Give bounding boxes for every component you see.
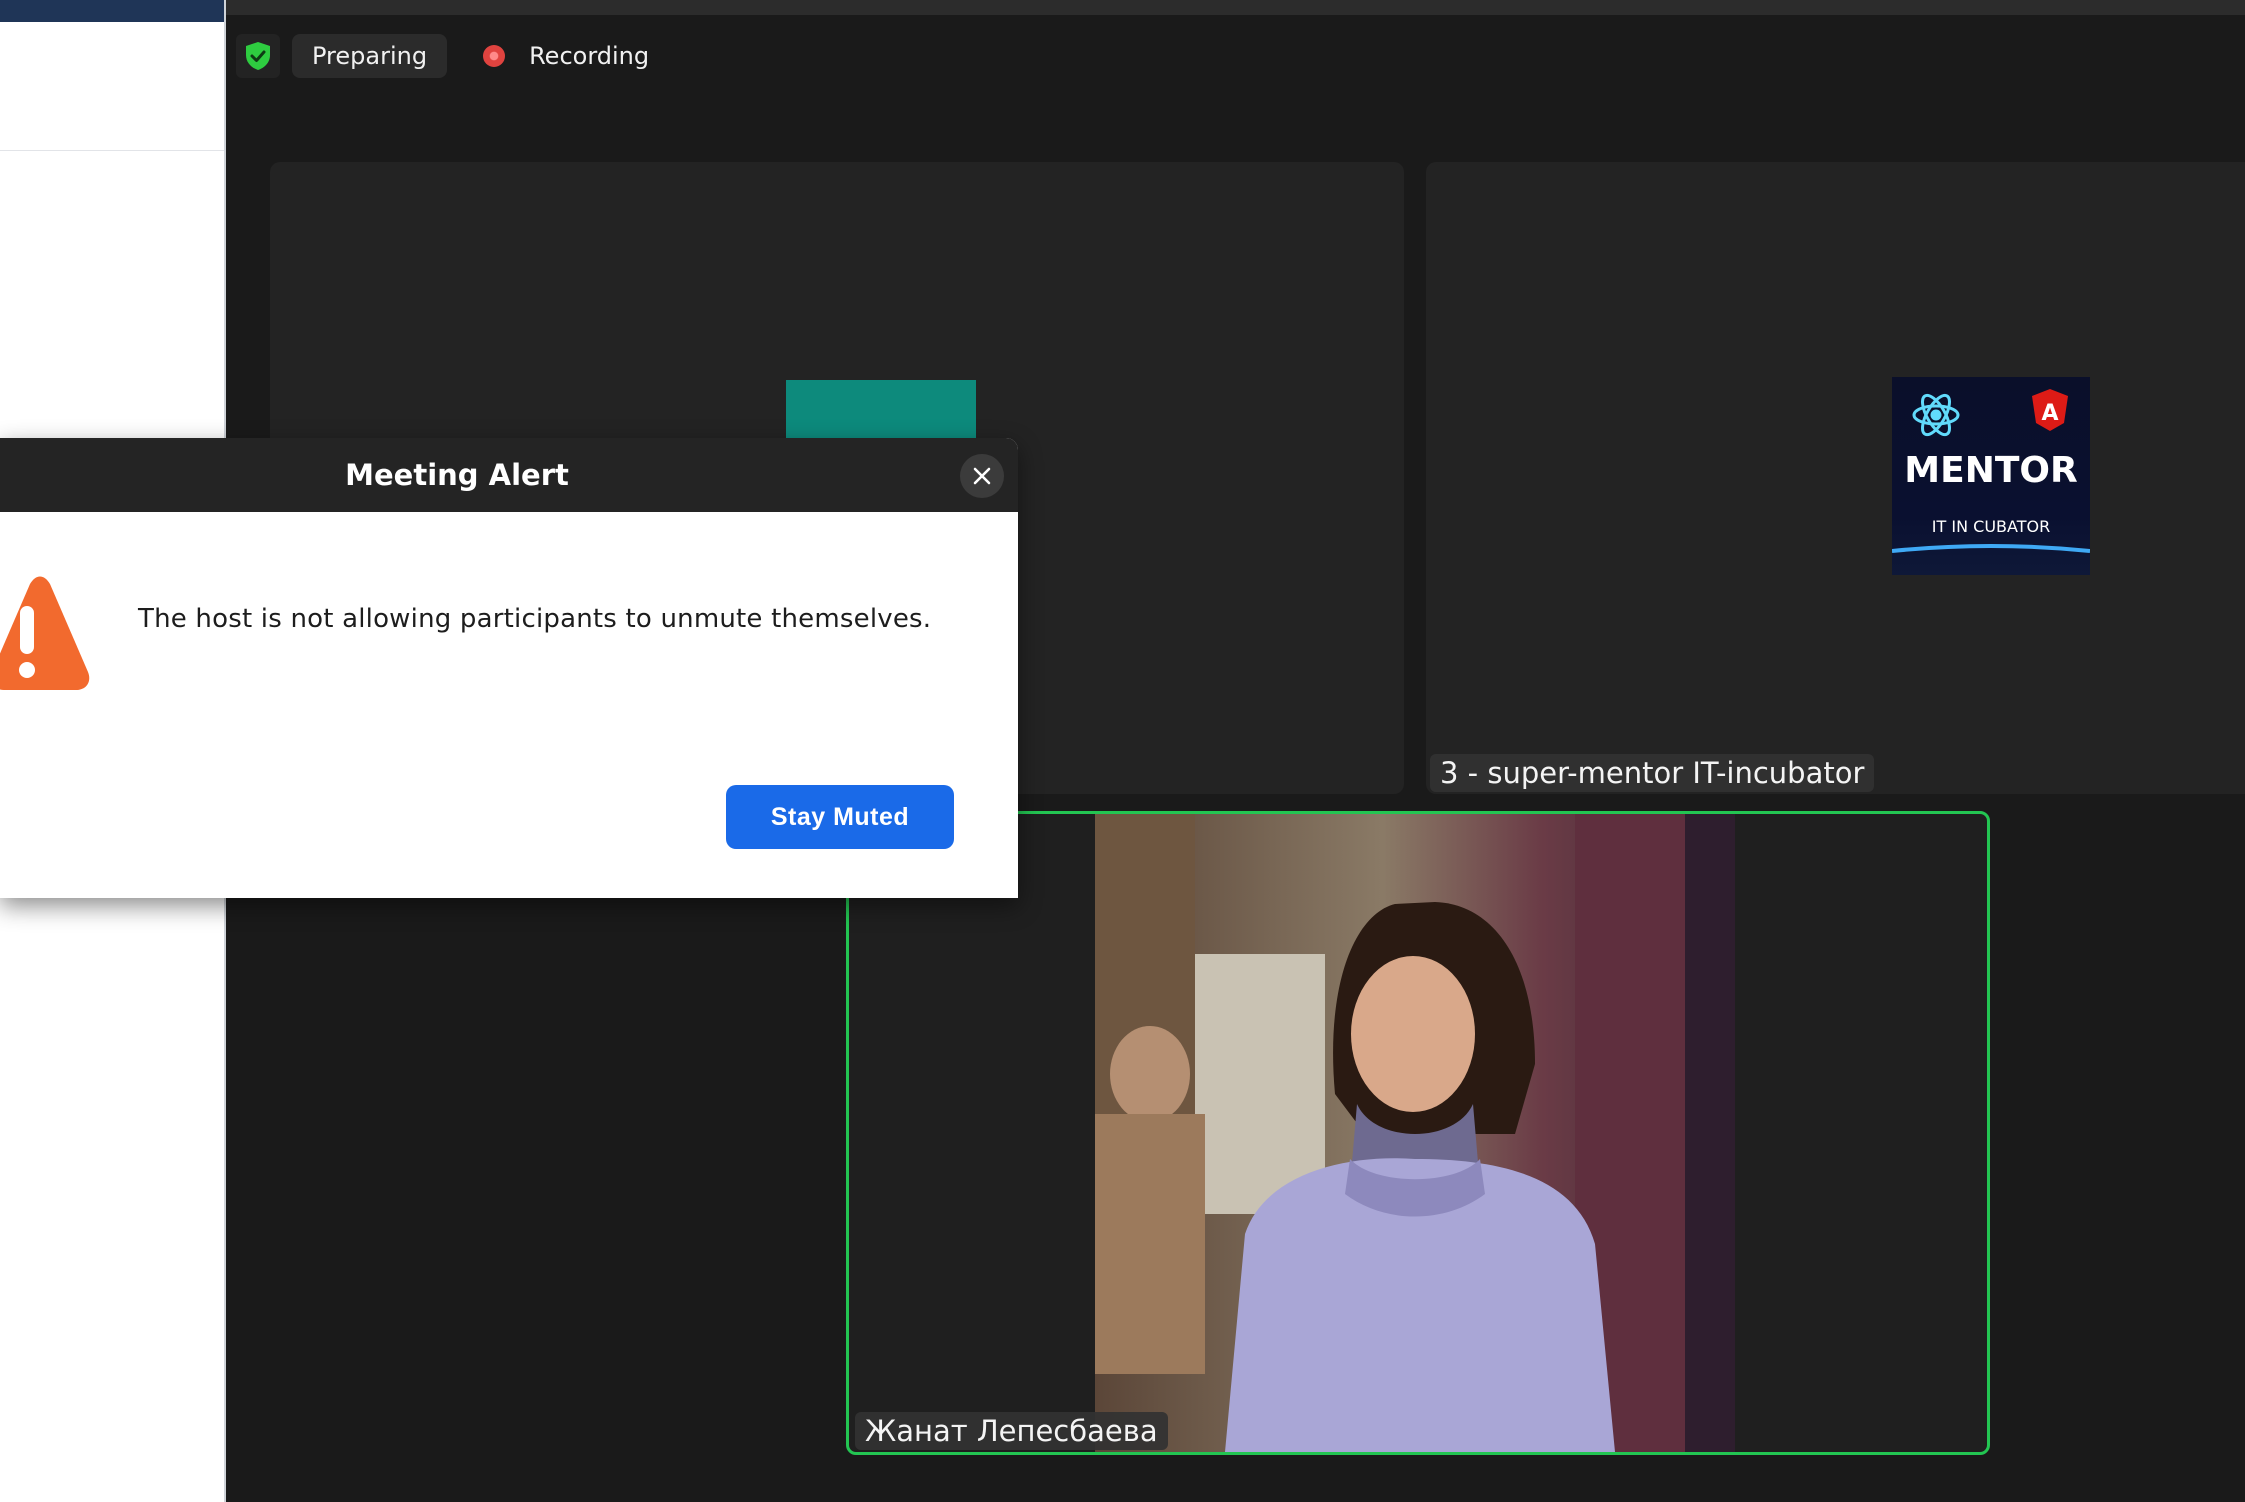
participant-tile-mentor[interactable]: A MENTOR IT IN CUBATOR 3 - super-mentor …	[1426, 162, 2245, 794]
background-window-titlebar	[0, 0, 224, 22]
dialog-header: Meeting Alert	[0, 438, 1018, 512]
active-speaker-name: Жанат Лепесбаева	[855, 1412, 1168, 1450]
active-speaker-tile[interactable]: Жанат Лепесбаева	[846, 811, 1990, 1455]
stay-muted-button[interactable]: Stay Muted	[726, 785, 954, 849]
meeting-top-strip	[226, 0, 2245, 15]
screen: Preparing Recording A MENTOR IT IN CUBAT…	[0, 0, 2245, 1502]
dialog-title: Meeting Alert	[345, 458, 569, 492]
preparing-status[interactable]: Preparing	[292, 34, 448, 78]
mentor-logo-subtext: IT IN CUBATOR	[1932, 517, 2050, 536]
participant-name: 3 - super-mentor IT-incubator	[1430, 754, 1875, 792]
speaker-video	[1095, 814, 1735, 1452]
mentor-logo-text: MENTOR	[1904, 450, 2077, 491]
meeting-alert-dialog: Meeting Alert The host is not allowing p…	[0, 438, 1018, 898]
recording-status[interactable]: Recording	[483, 42, 649, 70]
warning-icon	[0, 576, 90, 700]
participant-avatar	[786, 380, 976, 440]
background-window-divider	[0, 150, 224, 151]
meeting-status-bar: Preparing Recording	[236, 34, 649, 78]
svg-text:A: A	[2041, 401, 2058, 426]
mentor-logo: A MENTOR IT IN CUBATOR	[1892, 377, 2090, 575]
recording-label: Recording	[529, 42, 650, 70]
dialog-message: The host is not allowing participants to…	[138, 604, 932, 634]
shield-check-icon[interactable]	[236, 34, 280, 78]
record-dot-icon	[483, 45, 506, 67]
close-icon[interactable]	[960, 454, 1004, 498]
